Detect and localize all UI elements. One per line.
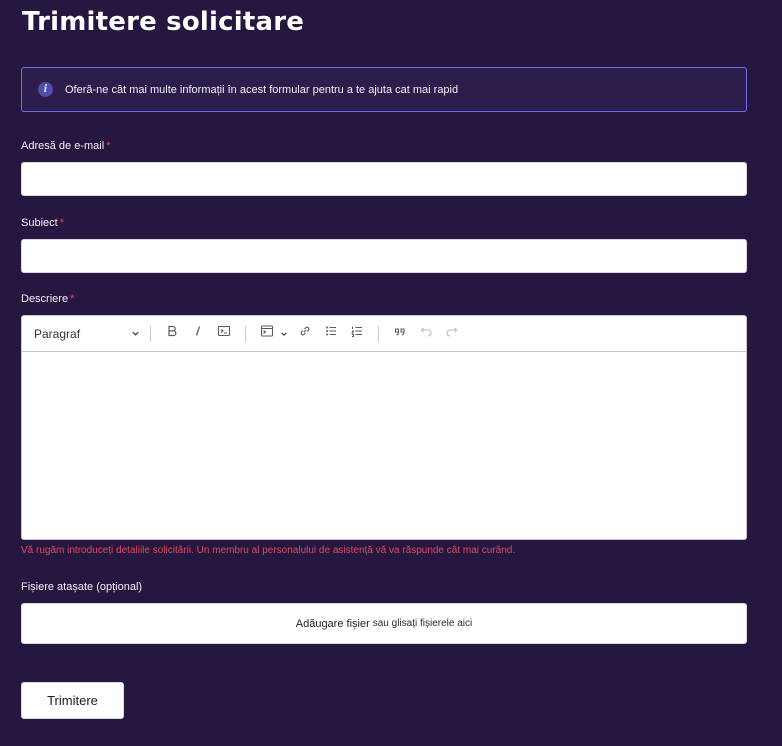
subject-field[interactable] — [21, 239, 747, 273]
blockquote-button[interactable] — [387, 322, 413, 346]
description-hint: Vă rugăm introduceți detaliile solicităr… — [21, 545, 516, 556]
italic-button[interactable] — [185, 322, 211, 346]
subject-label: Subiect * — [21, 217, 64, 229]
bulleted-list-button[interactable] — [318, 322, 344, 346]
code-button[interactable] — [211, 322, 237, 346]
undo-icon — [419, 324, 433, 343]
numbered-list-icon — [350, 324, 364, 343]
description-label-text: Descriere — [21, 293, 69, 305]
file-dropzone[interactable]: Adăugare fișier sau glisați fișierele ai… — [21, 603, 747, 644]
numbered-list-button[interactable] — [344, 322, 370, 346]
info-text: Oferă-ne cât mai multe informații în ace… — [65, 83, 459, 96]
subject-label-text: Subiect — [21, 217, 58, 229]
description-textarea[interactable] — [22, 352, 746, 539]
toolbar-separator — [150, 325, 151, 342]
code-block-icon — [260, 324, 274, 343]
drop-text: sau glisați fișierele aici — [372, 618, 473, 629]
page: Trimitere solicitare i Oferă-ne cât mai … — [0, 0, 782, 746]
bold-button[interactable] — [159, 322, 185, 346]
blockquote-icon — [393, 324, 407, 343]
attachments-label: Fișiere atașate (opțional) — [21, 581, 143, 593]
heading-dropdown-value: Paragraf — [34, 326, 81, 341]
info-banner: i Oferă-ne cât mai multe informații în a… — [21, 67, 747, 112]
redo-button[interactable] — [439, 322, 465, 346]
bulleted-list-icon — [324, 324, 338, 343]
code-block-dropdown[interactable] — [254, 322, 288, 346]
description-label: Descriere * — [21, 293, 74, 305]
bold-icon — [165, 324, 179, 343]
code-icon — [217, 324, 231, 343]
info-icon: i — [38, 82, 53, 97]
undo-button[interactable] — [413, 322, 439, 346]
toolbar-separator — [245, 325, 246, 342]
code-block-button[interactable] — [254, 322, 280, 346]
description-editor: Paragraf — [21, 315, 747, 540]
link-icon — [298, 324, 312, 343]
page-title: Trimitere solicitare — [22, 7, 305, 37]
redo-icon — [445, 324, 459, 343]
required-mark: * — [70, 293, 75, 305]
editor-toolbar: Paragraf — [22, 316, 746, 352]
toolbar-separator — [378, 325, 379, 342]
link-button[interactable] — [292, 322, 318, 346]
heading-dropdown[interactable]: Paragraf — [34, 327, 142, 341]
chevron-down-icon — [131, 327, 140, 341]
add-file-link[interactable]: Adăugare fișier — [296, 618, 370, 630]
email-label: Adresă de e-mail * — [21, 140, 110, 152]
chevron-down-icon[interactable] — [280, 325, 288, 343]
submit-button[interactable]: Trimitere — [21, 682, 124, 719]
italic-icon — [191, 324, 205, 343]
email-label-text: Adresă de e-mail — [21, 140, 105, 152]
required-mark: * — [59, 217, 64, 229]
email-field[interactable] — [21, 162, 747, 196]
required-mark: * — [106, 140, 111, 152]
